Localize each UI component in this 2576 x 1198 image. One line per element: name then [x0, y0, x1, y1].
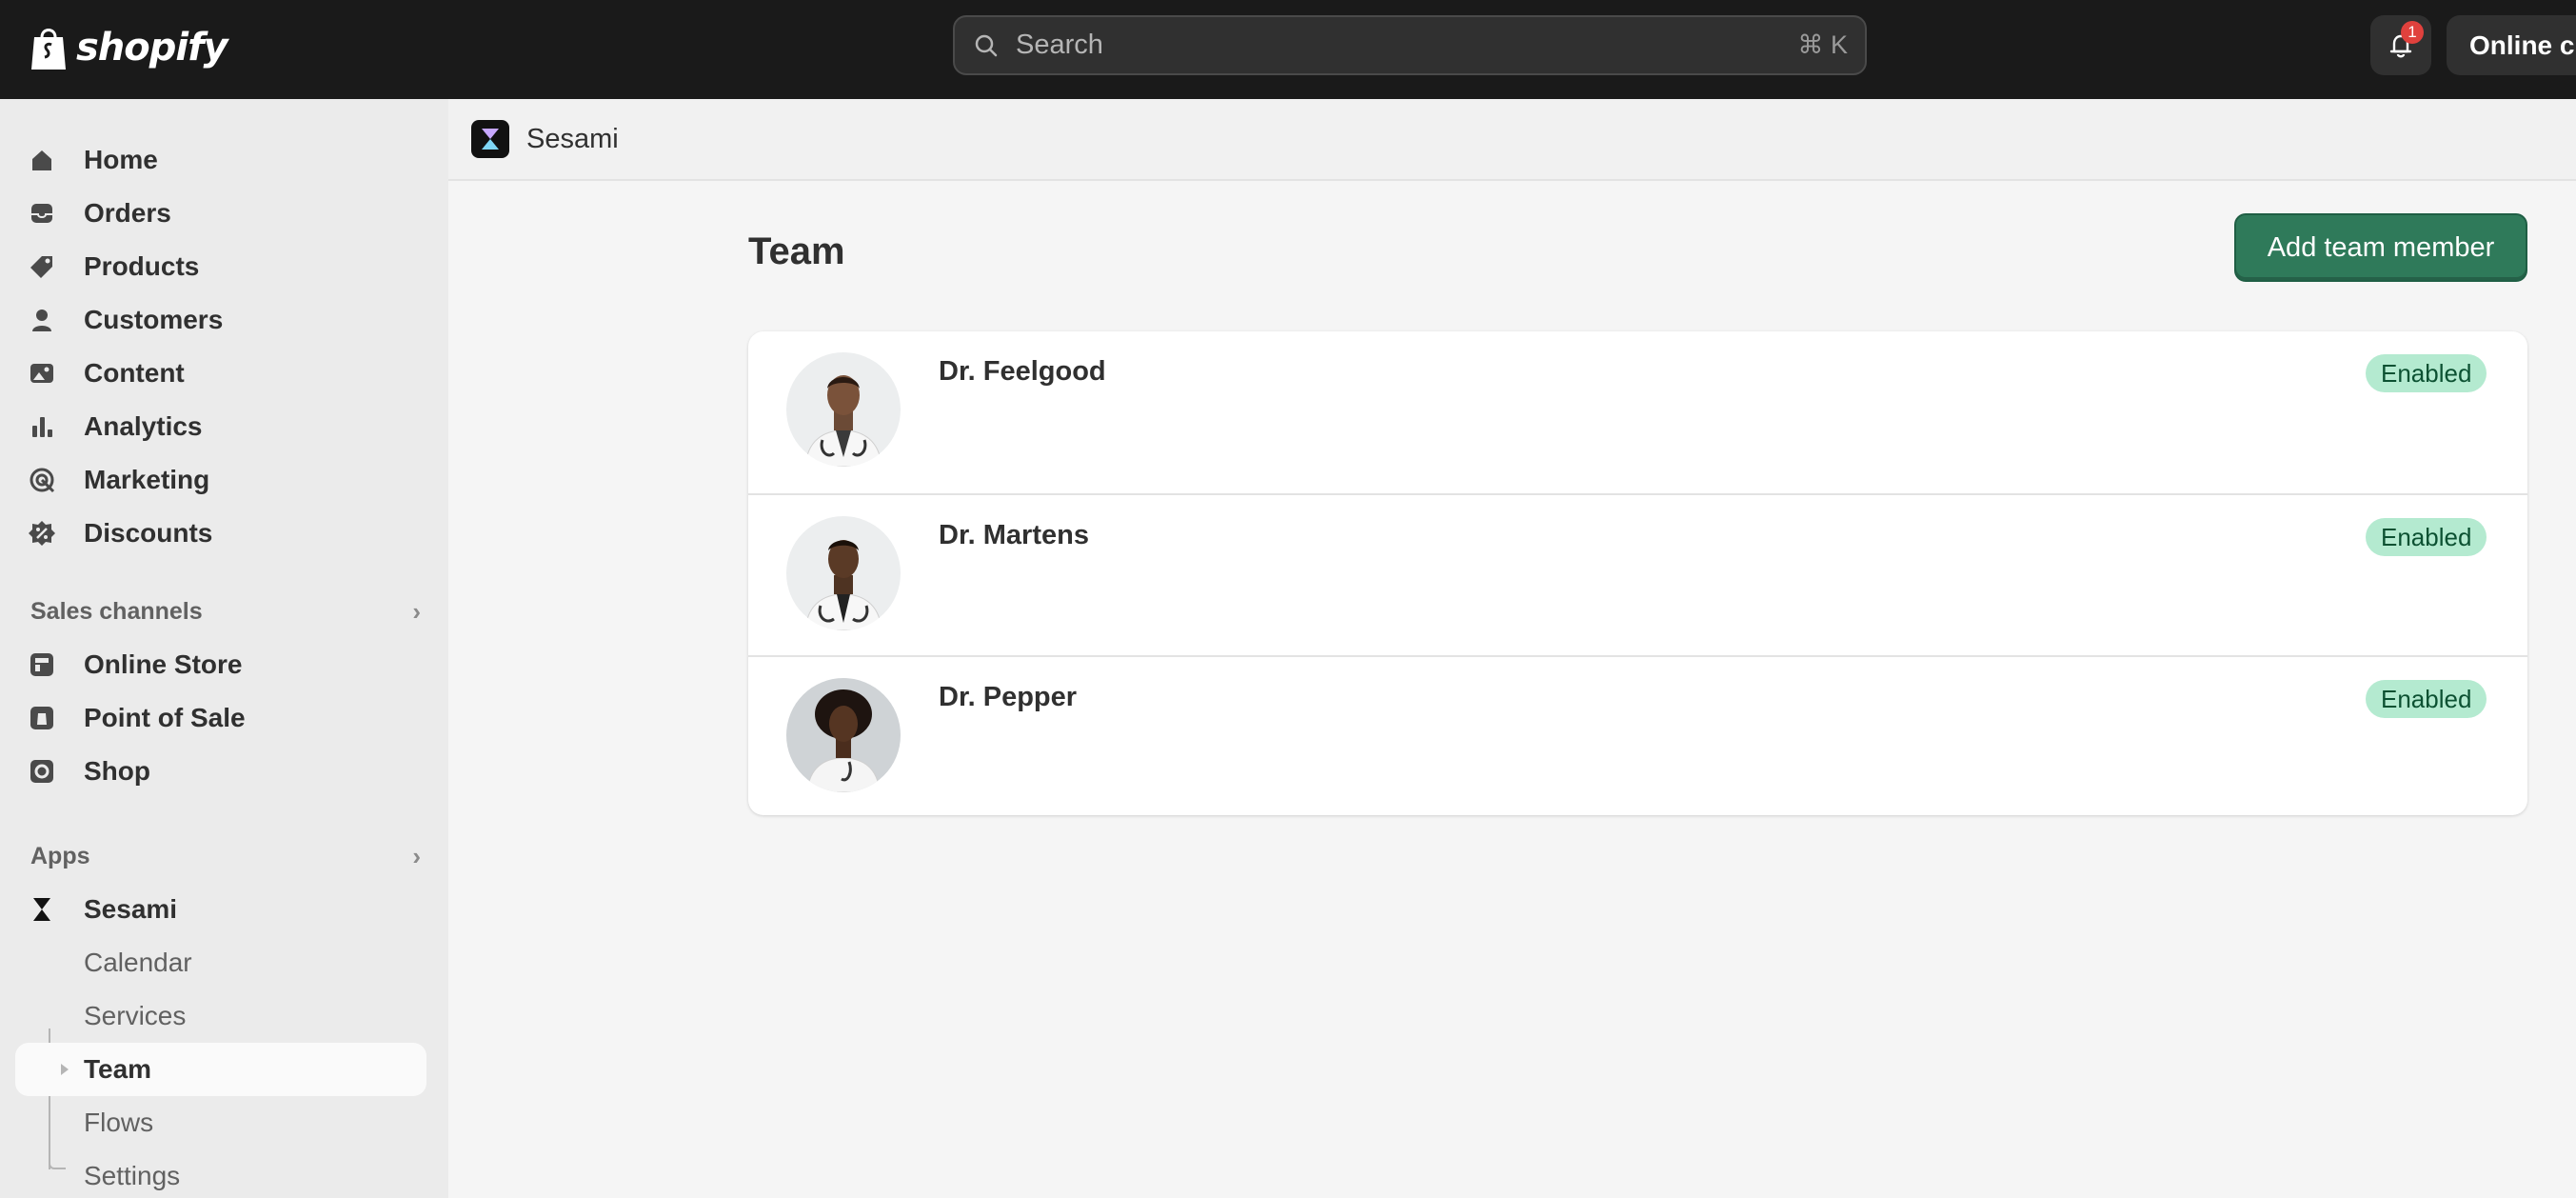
nav-label: Orders [84, 198, 171, 228]
search-icon [975, 34, 998, 56]
search-input[interactable]: Search [1016, 30, 1797, 61]
nav-orders[interactable]: Orders [15, 187, 426, 240]
member-name[interactable]: Dr. Martens [939, 520, 1089, 551]
tag-icon [15, 252, 69, 281]
notifications-button[interactable]: 1 [2370, 15, 2431, 75]
team-member-row[interactable]: Dr. Feelgood Enabled [748, 331, 2527, 493]
nav-label: Discounts [84, 518, 213, 548]
nav-label: Online Store [84, 649, 243, 679]
target-icon [15, 466, 69, 494]
nav-label: Home [84, 145, 158, 174]
person-icon [15, 306, 69, 334]
chevron-right-icon: › [412, 841, 421, 870]
avatar [786, 352, 901, 467]
avatar [786, 516, 901, 630]
nav-label: Sesami [84, 894, 178, 924]
nav-sesami[interactable]: Sesami [15, 883, 426, 936]
team-list: Dr. Feelgood Enabled Dr. Martens Enabled [748, 331, 2527, 815]
section-label: Apps [30, 842, 90, 869]
store-icon [15, 650, 69, 679]
team-member-row[interactable]: Dr. Martens Enabled [748, 493, 2527, 655]
avatar [786, 678, 901, 792]
sidebar: Home Orders Products Customers Content A… [0, 99, 448, 1198]
nav-point-of-sale[interactable]: Point of Sale [15, 691, 426, 745]
sesami-app-icon [471, 120, 509, 158]
member-name[interactable]: Dr. Pepper [939, 682, 1077, 713]
sub-item-services[interactable]: Services [84, 989, 186, 1043]
shopify-logo[interactable]: shopify [29, 19, 228, 76]
main-content: Sesami Team Add team member Dr. Feelgood… [448, 99, 2576, 1198]
nav-customers[interactable]: Customers [15, 293, 426, 347]
nav-label: Marketing [84, 465, 210, 494]
nav-label: Shop [84, 756, 150, 786]
nav-products[interactable]: Products [15, 240, 426, 293]
team-member-row[interactable]: Dr. Pepper Enabled [748, 655, 2527, 815]
search-shortcut: ⌘ K [1797, 30, 1848, 59]
nav-label: Content [84, 358, 185, 388]
shopping-bag-icon [31, 29, 66, 70]
discount-icon [15, 519, 69, 548]
nav-label: Products [84, 251, 200, 281]
sub-item-flows[interactable]: Flows [84, 1096, 153, 1149]
active-item-highlight [15, 1043, 426, 1096]
hourglass-icon [15, 895, 69, 924]
inbox-icon [15, 199, 69, 228]
page-title: Team [748, 230, 845, 272]
sub-item-calendar[interactable]: Calendar [84, 936, 192, 989]
home-icon [15, 146, 69, 174]
tree-arrow-icon [61, 1064, 69, 1075]
nav-label: Customers [84, 305, 224, 334]
bar-chart-icon [15, 412, 69, 441]
nav-shop[interactable]: Shop [15, 745, 426, 798]
apps-heading[interactable]: Apps › [30, 837, 421, 875]
shop-icon [15, 757, 69, 786]
notification-badge: 1 [2401, 21, 2424, 44]
add-team-member-button[interactable]: Add team member [2234, 213, 2527, 282]
store-menu-button[interactable]: Online cli [2447, 15, 2576, 75]
search-bar[interactable]: Search ⌘ K [953, 15, 1867, 75]
chevron-right-icon: › [412, 596, 421, 626]
app-header: Sesami [448, 99, 2576, 181]
nav-online-store[interactable]: Online Store [15, 638, 426, 691]
section-label: Sales channels [30, 597, 203, 625]
pos-icon [15, 704, 69, 732]
status-badge: Enabled [2366, 680, 2487, 718]
nav-analytics[interactable]: Analytics [15, 400, 426, 453]
logo-wordmark: shopify [76, 26, 228, 70]
sales-channels-heading[interactable]: Sales channels › [30, 592, 421, 630]
sub-item-settings[interactable]: Settings [84, 1149, 180, 1198]
top-bar: shopify Search ⌘ K 1 Online cli [0, 0, 2576, 99]
app-title: Sesami [526, 123, 619, 154]
status-badge: Enabled [2366, 518, 2487, 556]
image-icon [15, 359, 69, 388]
nav-discounts[interactable]: Discounts [15, 507, 426, 560]
nav-content[interactable]: Content [15, 347, 426, 400]
nav-label: Point of Sale [84, 703, 246, 732]
tree-elbow [49, 1158, 66, 1169]
nav-marketing[interactable]: Marketing [15, 453, 426, 507]
nav-label: Analytics [84, 411, 203, 441]
status-badge: Enabled [2366, 354, 2487, 392]
member-name[interactable]: Dr. Feelgood [939, 356, 1106, 388]
nav-home[interactable]: Home [15, 133, 426, 187]
sub-item-team[interactable]: Team [84, 1043, 151, 1096]
